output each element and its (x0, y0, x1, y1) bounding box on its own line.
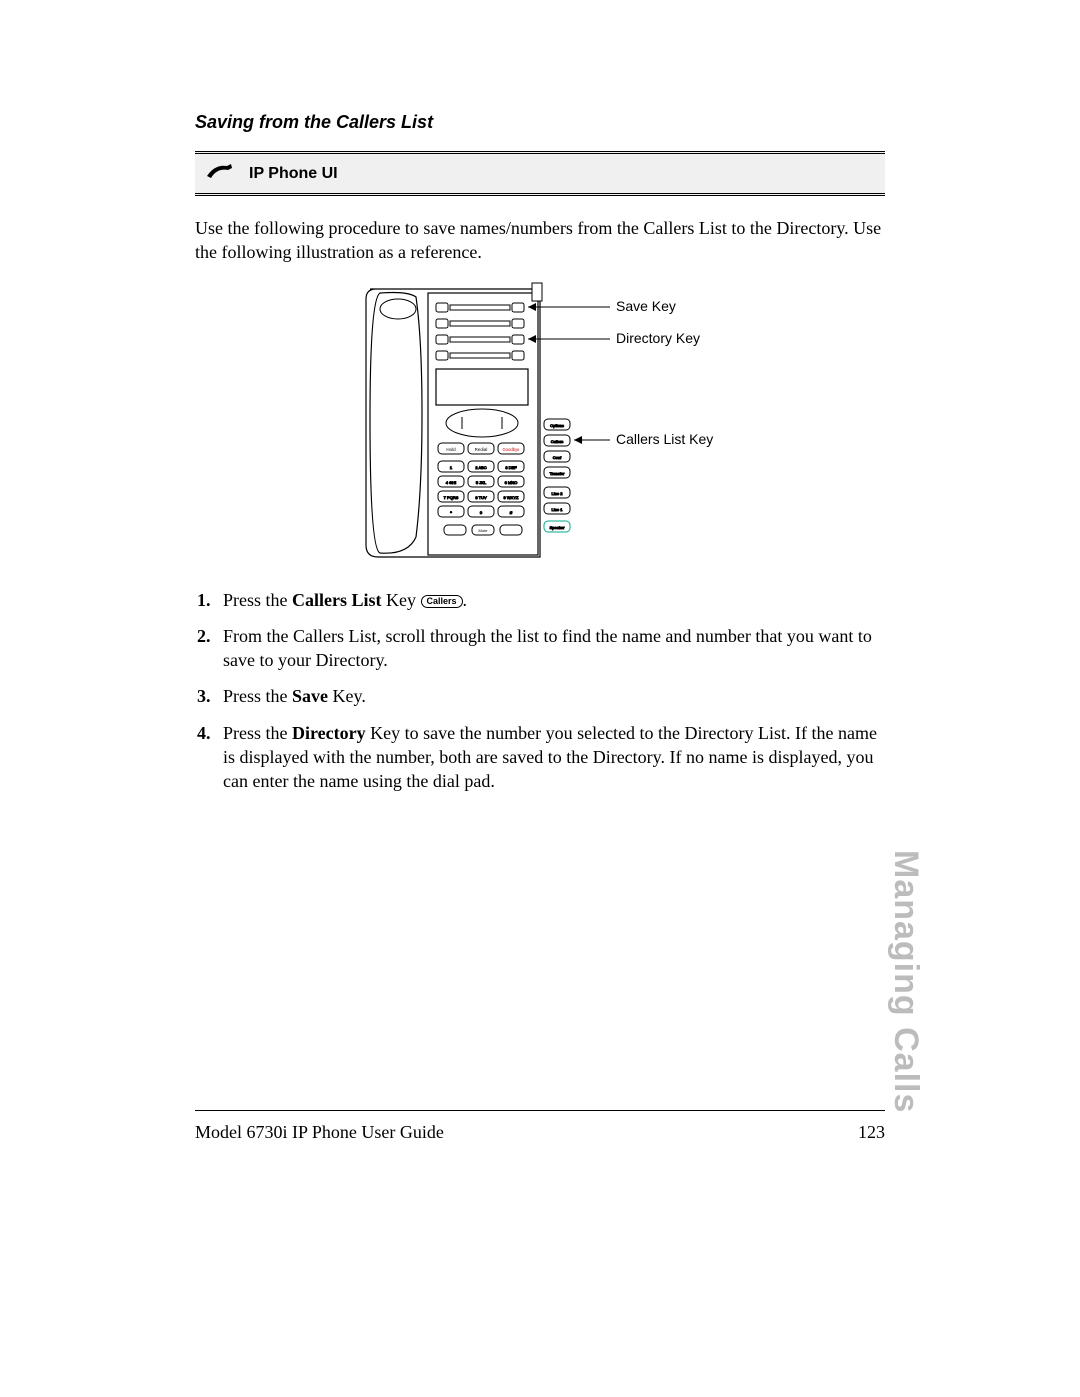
svg-text:Callers: Callers (551, 439, 563, 444)
step-number: 3. (197, 684, 223, 708)
svg-text:Conf: Conf (553, 455, 562, 460)
svg-text:Line 1: Line 1 (552, 507, 564, 512)
svg-text:Line 2: Line 2 (552, 491, 564, 496)
svg-text:Speaker: Speaker (550, 525, 566, 530)
page-content: Saving from the Callers List IP Phone UI… (195, 112, 885, 806)
footer-rule (195, 1110, 885, 1111)
svg-text:Hold: Hold (446, 447, 456, 452)
label-directory-key: Directory Key (616, 330, 700, 346)
step-number: 4. (197, 721, 223, 794)
section-title: Saving from the Callers List (195, 112, 885, 133)
intro-paragraph: Use the following procedure to save name… (195, 216, 885, 265)
svg-text:9 WXYZ: 9 WXYZ (504, 495, 519, 500)
callout-label: IP Phone UI (249, 165, 338, 183)
label-callers-list-key: Callers List Key (616, 431, 713, 447)
page-number: 123 (858, 1122, 885, 1143)
svg-text:Redial: Redial (475, 447, 488, 452)
step-1: 1. Press the Callers List Key Callers. (197, 588, 885, 612)
svg-text:Goodbye: Goodbye (503, 447, 521, 452)
section-side-tab: Managing Calls (886, 850, 925, 1113)
step-number: 1. (197, 588, 223, 612)
step-2: 2. From the Callers List, scroll through… (197, 624, 885, 673)
svg-text:6 MNO: 6 MNO (505, 480, 518, 485)
step-3: 3. Press the Save Key. (197, 684, 885, 708)
svg-text:5 JKL: 5 JKL (476, 480, 487, 485)
step-number: 2. (197, 624, 223, 673)
svg-text:Transfer: Transfer (550, 471, 565, 476)
callers-key-icon: Callers (421, 595, 463, 608)
callout-box: IP Phone UI (195, 151, 885, 196)
svg-text:4 GHI: 4 GHI (446, 480, 456, 485)
svg-text:3 DEF: 3 DEF (505, 465, 517, 470)
step-4: 4. Press the Directory Key to save the n… (197, 721, 885, 794)
procedure-steps: 1. Press the Callers List Key Callers. 2… (195, 588, 885, 794)
svg-text:Mute: Mute (479, 528, 489, 533)
footer-title: Model 6730i IP Phone User Guide (195, 1122, 444, 1143)
label-save-key: Save Key (616, 298, 676, 314)
phone-ui-icon (205, 160, 235, 187)
svg-text:Options: Options (550, 423, 564, 428)
svg-text:7 PQRS: 7 PQRS (444, 495, 459, 500)
svg-text:8 TUV: 8 TUV (475, 495, 487, 500)
svg-text:2 ABC: 2 ABC (475, 465, 486, 470)
phone-illustration: Hold Redial Goodbye 1 2 ABC 3 DEF 4 GHI … (195, 279, 885, 564)
